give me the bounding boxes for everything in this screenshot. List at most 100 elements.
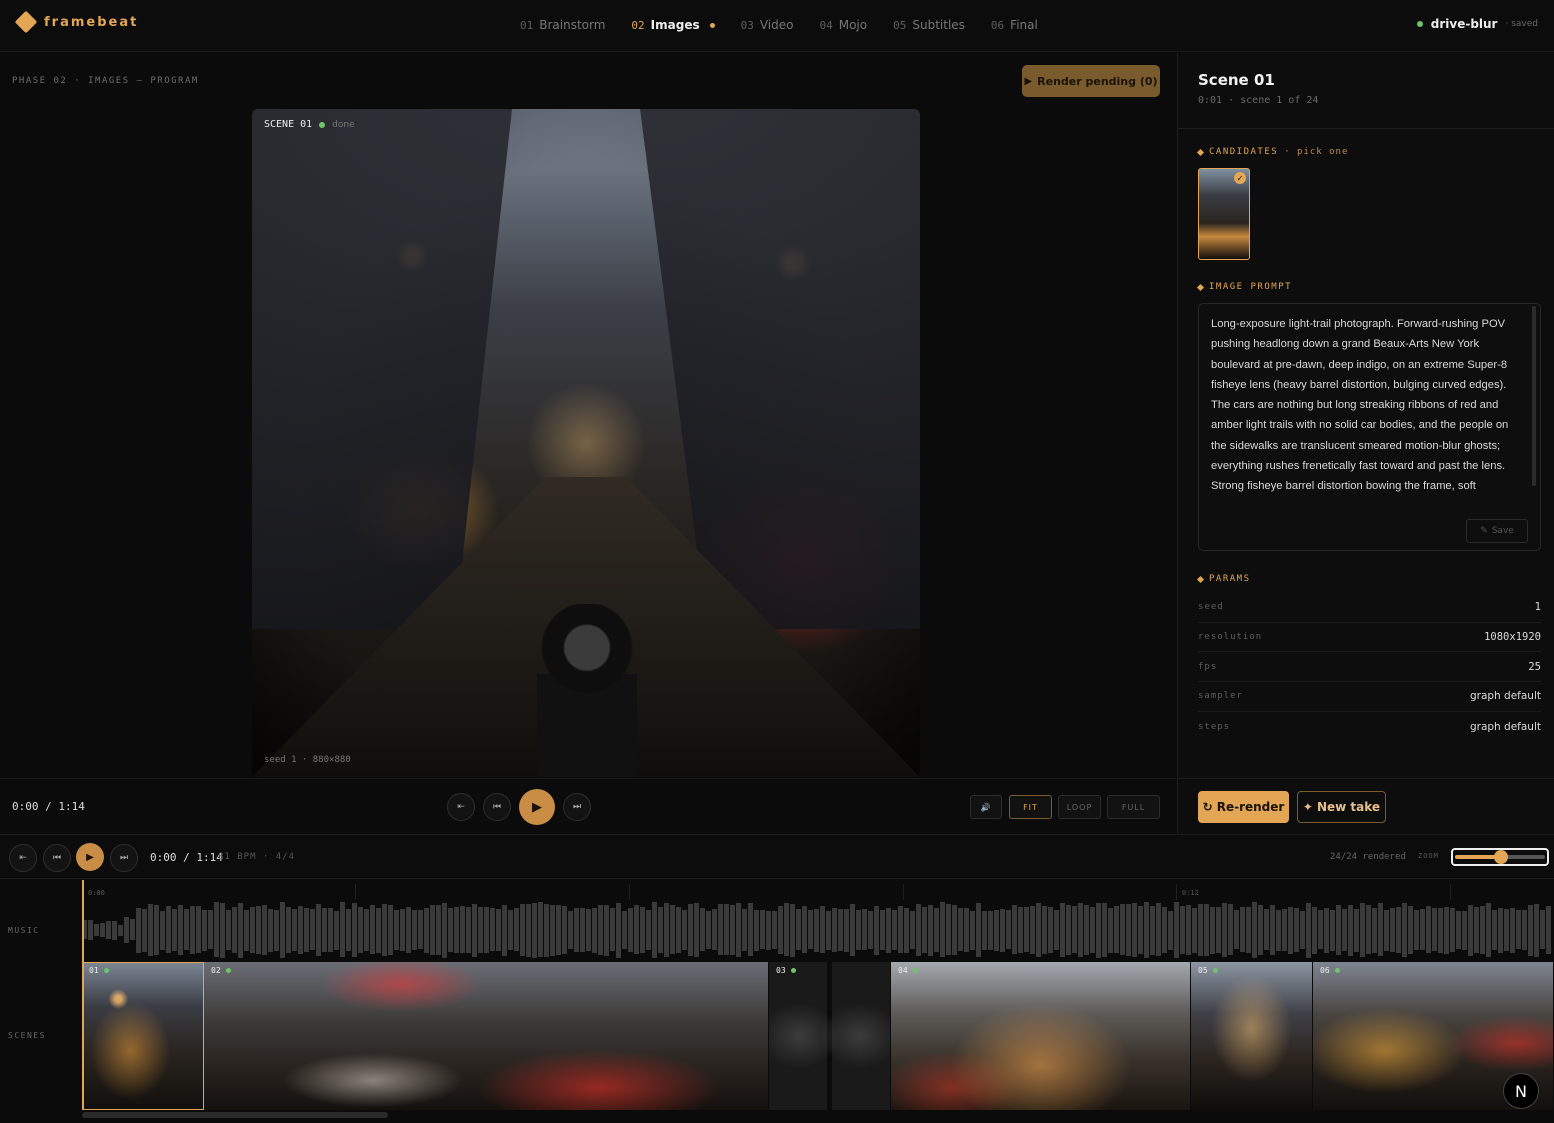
previous-icon[interactable]: ⏮ xyxy=(43,844,71,872)
tab-num: 01 xyxy=(520,18,534,32)
tab-num: 06 xyxy=(990,18,1005,32)
waveform-bar xyxy=(1252,902,1257,958)
n-badge[interactable]: N xyxy=(1503,1073,1539,1109)
render-pending-label: Render pending (0) xyxy=(1037,74,1158,88)
save-button[interactable]: ✎ Save xyxy=(1466,519,1528,543)
waveform-bar xyxy=(1390,908,1395,952)
scene-clip[interactable]: 04 xyxy=(891,962,1191,1110)
tab-images[interactable]: 02 Images xyxy=(631,18,715,32)
new-take-label: New take xyxy=(1316,800,1381,814)
waveform-bar xyxy=(1144,902,1149,958)
waveform-bar xyxy=(784,903,789,956)
waveform-bar xyxy=(1540,910,1545,949)
fit-toggle[interactable]: FIT xyxy=(1009,795,1052,819)
tab-label: Images xyxy=(650,18,700,32)
render-pending-button[interactable]: ▶ Render pending (0) xyxy=(1022,65,1160,97)
scene-clip[interactable]: 05 xyxy=(1191,962,1313,1110)
clip-status-dot-icon xyxy=(1212,968,1218,973)
tab-mojo[interactable]: 04 Mojo xyxy=(819,18,867,32)
inspector-header: Scene 01 0:01 · scene 1 of 24 xyxy=(1178,53,1554,129)
waveform-bar xyxy=(658,907,663,953)
clip-number: 02 xyxy=(211,966,221,975)
waveform-bar xyxy=(364,909,369,951)
waveform-bar xyxy=(454,907,459,953)
time-ruler[interactable]: 0:00 0:12 xyxy=(82,880,1554,900)
waveform-bar xyxy=(1108,908,1113,953)
clip-number: 05 xyxy=(1198,966,1208,975)
project-indicator[interactable]: drive-blur · saved xyxy=(1416,17,1538,31)
music-waveform[interactable] xyxy=(82,900,1554,960)
done-dot-icon xyxy=(319,121,326,128)
scene-clip[interactable]: 01 xyxy=(82,962,204,1110)
waveform-bar xyxy=(598,905,603,955)
tab-brainstorm[interactable]: 01 Brainstorm xyxy=(520,18,605,32)
waveform-bar xyxy=(826,911,831,950)
full-toggle[interactable]: FULL xyxy=(1107,795,1160,819)
waveform-bar xyxy=(568,911,573,949)
waveform-bar xyxy=(238,903,243,958)
skip-start-icon[interactable]: ⇤ xyxy=(447,793,475,821)
waveform-bar xyxy=(718,904,723,955)
waveform-bar xyxy=(1324,908,1329,953)
param-key: fps xyxy=(1198,661,1218,672)
waveform-bar xyxy=(736,903,741,957)
waveform-bar xyxy=(358,907,363,953)
waveform-bar xyxy=(202,910,207,951)
rerender-button[interactable]: ↻ Re-render xyxy=(1198,791,1289,823)
status-dot-icon xyxy=(1416,21,1423,27)
timeline-play-button[interactable]: ▶ xyxy=(76,843,104,871)
waveform-bar xyxy=(1300,911,1305,949)
next-icon[interactable]: ⏭ xyxy=(563,793,591,821)
inspector-actions: ↻ Re-render ✦ New take xyxy=(1177,778,1554,834)
tab-num: 05 xyxy=(893,18,907,32)
skip-start-icon[interactable]: ⇤ xyxy=(9,844,37,872)
prompt-scrollbar[interactable] xyxy=(1532,306,1536,486)
waveform-bar xyxy=(934,908,939,952)
loop-toggle[interactable]: LOOP xyxy=(1058,795,1101,819)
waveform-bar xyxy=(88,920,93,940)
prompt-text[interactable]: Long-exposure light-trail photograph. Fo… xyxy=(1199,304,1540,514)
waveform-bar xyxy=(478,907,483,953)
scene-clip[interactable]: 02 xyxy=(204,962,769,1110)
logo[interactable]: framebeat xyxy=(14,10,138,34)
scene-title: Scene 01 xyxy=(1198,71,1275,89)
waveform-bar xyxy=(1204,904,1209,956)
param-key: steps xyxy=(1198,721,1231,732)
waveform-bar xyxy=(490,908,495,951)
waveform-bar xyxy=(910,911,915,949)
waveform-bar xyxy=(964,908,969,952)
fit-label: FIT xyxy=(1023,802,1038,812)
param-row: fps 25 xyxy=(1198,652,1541,683)
tab-video[interactable]: 03 Video xyxy=(741,18,794,32)
waveform-bar xyxy=(1024,907,1029,952)
volume-icon[interactable]: 🔊 xyxy=(970,795,1002,819)
waveform-bar xyxy=(1438,908,1443,953)
waveform-bar xyxy=(100,923,105,937)
scene-clip[interactable]: 03 xyxy=(769,962,891,1110)
waveform-bar xyxy=(1120,904,1125,955)
waveform-bar xyxy=(1366,905,1371,954)
image-prompt-editor[interactable]: Long-exposure light-trail photograph. Fo… xyxy=(1198,303,1541,551)
zoom-knob[interactable] xyxy=(1494,850,1508,864)
waveform-bar xyxy=(844,909,849,952)
tab-subtitles[interactable]: 05 Subtitles xyxy=(893,18,965,32)
bpm-readout: 81 BPM · 4/4 xyxy=(218,852,296,862)
playhead[interactable] xyxy=(82,880,84,1110)
tab-final[interactable]: 06 Final xyxy=(991,18,1038,32)
previous-icon[interactable]: ⏮ xyxy=(483,793,511,821)
candidate-thumbnail[interactable]: ✓ xyxy=(1198,168,1250,260)
next-icon[interactable]: ⏭ xyxy=(110,844,138,872)
new-take-button[interactable]: ✦ New take xyxy=(1297,791,1386,823)
waveform-bar xyxy=(970,911,975,950)
diamond-icon xyxy=(1196,575,1205,583)
sparkle-icon: ✦ xyxy=(1302,800,1313,814)
param-value: 1080x1920 xyxy=(1484,631,1541,644)
image-viewer[interactable]: SCENE 01 done seed 1 · 880×880 xyxy=(252,109,920,777)
waveform-bar xyxy=(1000,909,1005,952)
param-key: sampler xyxy=(1198,691,1243,702)
timeline-scrollbar[interactable] xyxy=(82,1112,388,1118)
waveform-bar xyxy=(700,908,705,951)
waveform-bar xyxy=(184,909,189,950)
play-button[interactable]: ▶ xyxy=(519,789,555,825)
zoom-slider[interactable] xyxy=(1451,848,1549,866)
